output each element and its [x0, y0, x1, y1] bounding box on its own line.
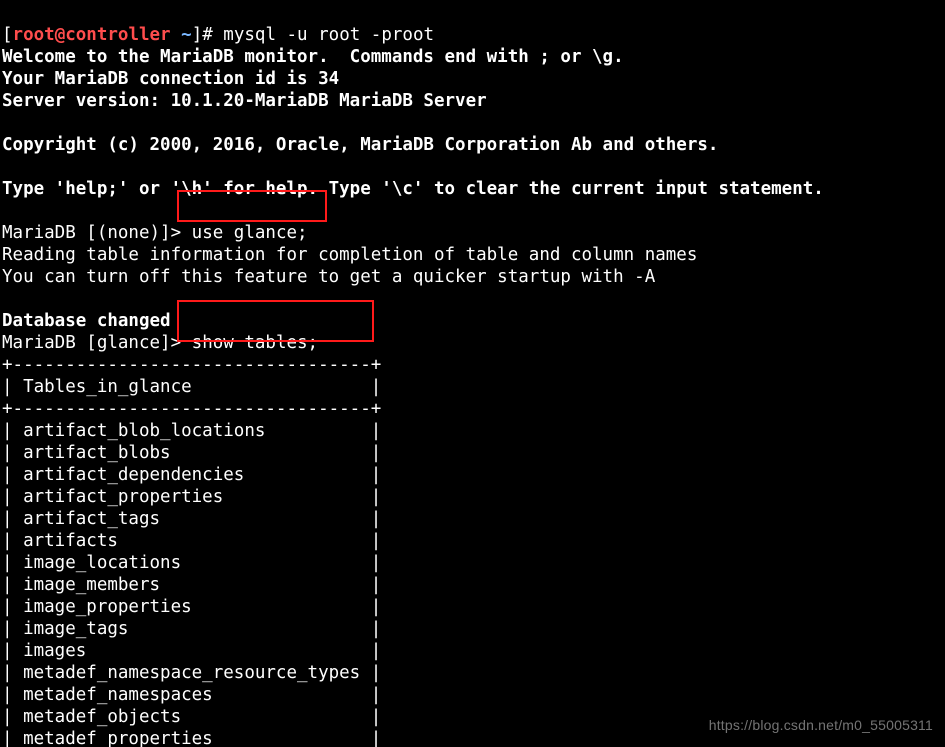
sql-command-show: show tables;: [192, 333, 318, 353]
shell-command: mysql -u root -proot: [223, 25, 434, 45]
table-row: | metadef_properties |: [2, 729, 381, 747]
reading-info-line: Reading table information for completion…: [2, 245, 697, 265]
prompt-user-host: root@controller: [13, 25, 171, 45]
copyright-line: Copyright (c) 2000, 2016, Oracle, MariaD…: [2, 135, 718, 155]
mariadb-prompt-none: MariaDB [(none)]>: [2, 223, 192, 243]
table-row: | artifact_properties |: [2, 487, 381, 507]
bracket-close: ]#: [192, 25, 224, 45]
help-line: Type 'help;' or '\h' for help. Type '\c'…: [2, 179, 824, 199]
prompt-cwd: ~: [181, 25, 192, 45]
table-border: +----------------------------------+: [2, 355, 381, 375]
table-row: | image_members |: [2, 575, 381, 595]
table-row: | metadef_objects |: [2, 707, 381, 727]
welcome-line: Welcome to the MariaDB monitor. Commands…: [2, 47, 624, 67]
sql-command-use: use glance;: [192, 223, 308, 243]
table-row: | images |: [2, 641, 381, 661]
sql-line-show: MariaDB [glance]> show tables;: [2, 333, 318, 353]
database-changed-line: Database changed: [2, 311, 171, 331]
table-row: | image_properties |: [2, 597, 381, 617]
server-version-line: Server version: 10.1.20-MariaDB MariaDB …: [2, 91, 487, 111]
table-border: +----------------------------------+: [2, 399, 381, 419]
table-row: | image_locations |: [2, 553, 381, 573]
reading-info-line: You can turn off this feature to get a q…: [2, 267, 655, 287]
terminal[interactable]: [root@controller ~]# mysql -u root -proo…: [0, 0, 945, 747]
table-row: | artifact_tags |: [2, 509, 381, 529]
table-row: | image_tags |: [2, 619, 381, 639]
prompt-sep: [171, 25, 182, 45]
table-row: | artifact_blob_locations |: [2, 421, 381, 441]
sql-line-use: MariaDB [(none)]> use glance;: [2, 223, 308, 243]
mariadb-prompt-glance: MariaDB [glance]>: [2, 333, 192, 353]
line-prompt: [root@controller ~]# mysql -u root -proo…: [2, 25, 434, 45]
table-row: | metadef_namespace_resource_types |: [2, 663, 381, 683]
table-row: | metadef_namespaces |: [2, 685, 381, 705]
table-row: | artifacts |: [2, 531, 381, 551]
bracket-open: [: [2, 25, 13, 45]
table-row: | artifact_blobs |: [2, 443, 381, 463]
table-row: | artifact_dependencies |: [2, 465, 381, 485]
table-header: | Tables_in_glance |: [2, 377, 381, 397]
connection-id-line: Your MariaDB connection id is 34: [2, 69, 339, 89]
